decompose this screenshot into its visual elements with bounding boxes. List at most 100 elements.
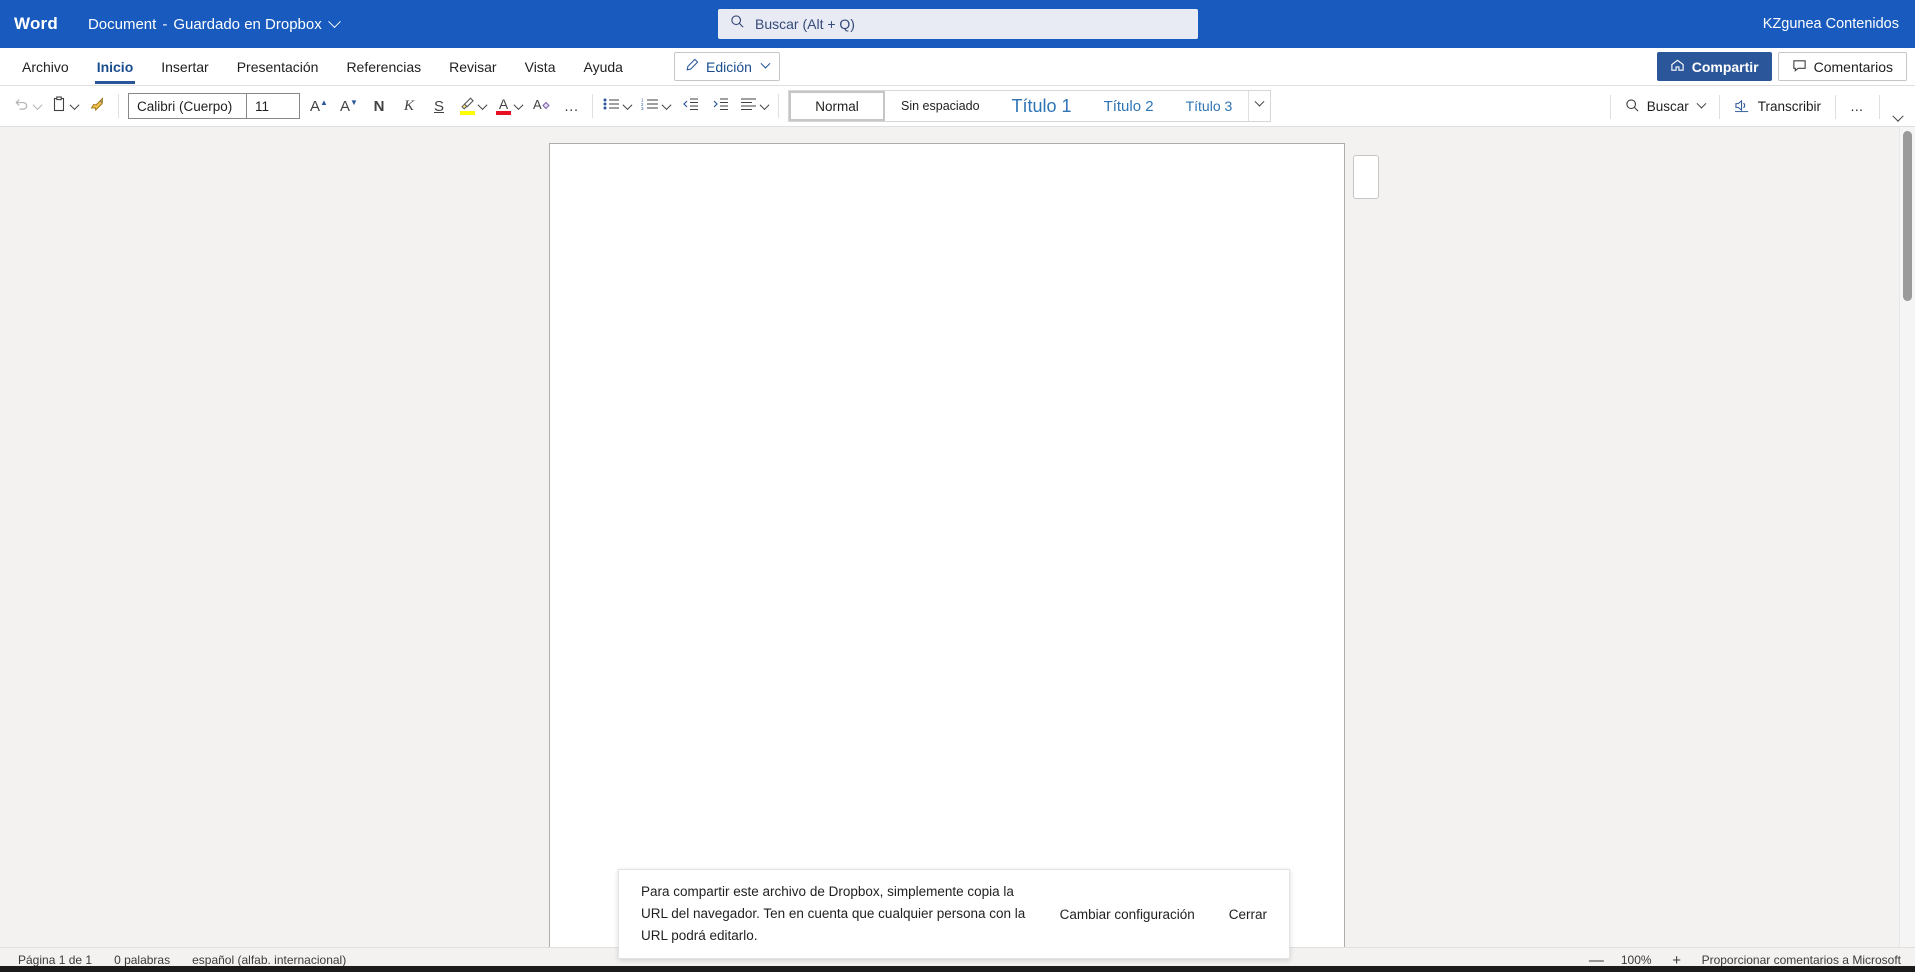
search-input[interactable] [755, 16, 1155, 32]
chevron-down-icon [477, 99, 488, 110]
styles-gallery: Normal Sin espaciado Título 1 Título 2 T… [788, 90, 1272, 122]
vertical-scrollbar[interactable] [1899, 127, 1915, 947]
ribbon-group-font: Calibri (Cuerpo) 11 A▲ A▼ N K S A A … [124, 89, 587, 123]
highlighter-icon [459, 97, 475, 115]
change-settings-link[interactable]: Cambiar configuración [1060, 907, 1195, 922]
chevron-down-icon [1696, 98, 1707, 109]
ellipsis-icon: … [1850, 99, 1865, 114]
font-controls: Calibri (Cuerpo) 11 [128, 93, 300, 119]
share-icon [1670, 58, 1685, 76]
style-titulo-3[interactable]: Título 3 [1170, 91, 1249, 121]
paintbrush-icon [89, 95, 107, 118]
close-notification-link[interactable]: Cerrar [1229, 907, 1267, 922]
more-font-options-button[interactable]: … [557, 90, 587, 122]
chevron-down-icon [760, 58, 771, 69]
tab-referencias[interactable]: Referencias [332, 48, 435, 86]
font-color-swatch [496, 110, 511, 115]
highlight-color-swatch [459, 111, 475, 115]
tab-presentacion[interactable]: Presentación [223, 48, 333, 86]
tab-strip-right-actions: Compartir Comentarios [1656, 52, 1907, 81]
format-painter-button[interactable] [83, 90, 113, 122]
ribbon-toolbar: Calibri (Cuerpo) 11 A▲ A▼ N K S A A … 1 … [0, 86, 1915, 127]
save-state-label: Guardado en Dropbox [173, 15, 322, 33]
search-box[interactable] [718, 9, 1198, 39]
bold-label: N [373, 97, 385, 115]
ellipsis-icon: … [563, 97, 581, 115]
page-text-content[interactable] [550, 144, 1344, 288]
style-titulo-1[interactable]: Título 1 [996, 91, 1088, 121]
font-size-value: 11 [255, 98, 270, 114]
tab-vista[interactable]: Vista [511, 48, 570, 86]
document-page[interactable] [549, 143, 1345, 947]
document-name: Document [87, 15, 157, 33]
tab-insertar[interactable]: Insertar [147, 48, 222, 86]
align-button[interactable] [735, 90, 773, 122]
dictate-icon [1734, 98, 1751, 116]
browser-bottom-edge [0, 966, 1915, 972]
document-title-menu[interactable]: Document - Guardado en Dropbox [87, 14, 341, 33]
editing-mode-button[interactable]: Edición [674, 52, 780, 81]
ribbon-overflow-button[interactable]: … [1841, 91, 1874, 123]
font-size-dropdown[interactable]: 11 [247, 94, 299, 118]
document-canvas [0, 127, 1915, 947]
find-label: Buscar [1646, 99, 1689, 114]
align-left-icon [740, 97, 757, 116]
chevron-down-icon [661, 99, 672, 110]
account-name[interactable]: KZgunea Contenidos [1763, 16, 1899, 32]
numbered-list-button[interactable]: 123 [636, 90, 675, 122]
clipboard-icon [51, 95, 67, 117]
highlight-color-button[interactable] [454, 90, 491, 122]
app-name: Word [14, 14, 58, 33]
shrink-font-label: A [340, 97, 351, 115]
word-count[interactable]: 0 palabras [114, 953, 170, 967]
undo-button[interactable] [8, 90, 46, 122]
font-name-dropdown[interactable]: Calibri (Cuerpo) [129, 94, 247, 118]
underline-button[interactable]: S [424, 90, 454, 122]
status-bar-left: Página 1 de 1 0 palabras español (alfab.… [18, 953, 346, 967]
tab-archivo[interactable]: Archivo [8, 48, 83, 86]
page-count[interactable]: Página 1 de 1 [18, 953, 92, 967]
ribbon-right-actions: Buscar Transcribir … [1605, 86, 1911, 127]
margin-note-widget[interactable] [1353, 155, 1379, 199]
chevron-down-icon [1892, 110, 1904, 122]
ribbon-divider [1609, 94, 1611, 119]
search-icon [730, 14, 745, 34]
style-titulo-2[interactable]: Título 2 [1088, 91, 1170, 121]
shrink-font-button[interactable]: A▼ [334, 90, 364, 122]
share-button[interactable]: Compartir [1656, 52, 1772, 81]
grow-font-button[interactable]: A▲ [304, 90, 334, 122]
undo-arrow-icon [13, 95, 30, 117]
font-color-icon: A [496, 97, 511, 115]
italic-label: K [403, 97, 414, 114]
comments-button[interactable]: Comentarios [1777, 52, 1907, 81]
increase-indent-button[interactable] [705, 90, 735, 122]
find-button[interactable]: Buscar [1616, 91, 1714, 123]
caret-up-icon: ▲ [320, 97, 328, 107]
feedback-link[interactable]: Proporcionar comentarios a Microsoft [1702, 953, 1901, 967]
zoom-level[interactable]: 100% [1621, 953, 1652, 967]
styles-gallery-expand-button[interactable] [1248, 91, 1270, 121]
language-indicator[interactable]: español (alfab. internacional) [192, 953, 346, 967]
increase-indent-icon [712, 97, 729, 116]
clear-formatting-button[interactable]: A [527, 90, 557, 122]
style-normal[interactable]: Normal [789, 91, 885, 121]
collapse-ribbon-button[interactable] [1885, 86, 1911, 127]
ribbon-group-paragraph: 123 [598, 89, 773, 123]
decrease-indent-button[interactable] [675, 90, 705, 122]
scrollbar-thumb[interactable] [1903, 131, 1912, 301]
style-sin-espaciado[interactable]: Sin espaciado [885, 91, 996, 121]
tab-ayuda[interactable]: Ayuda [569, 48, 636, 86]
pencil-icon [685, 58, 699, 75]
bulleted-list-button[interactable] [598, 90, 636, 122]
ribbon-divider [118, 94, 119, 118]
bold-button[interactable]: N [364, 90, 394, 122]
transcribe-button[interactable]: Transcribir [1725, 91, 1830, 123]
tab-inicio[interactable]: Inicio [83, 48, 148, 86]
tab-revisar[interactable]: Revisar [435, 48, 510, 86]
svg-text:3: 3 [641, 106, 644, 111]
font-color-button[interactable]: A [491, 90, 527, 122]
italic-button[interactable]: K [394, 90, 424, 122]
notification-actions: Cambiar configuración Cerrar [1060, 907, 1267, 922]
notification-message: Para compartir este archivo de Dropbox, … [641, 884, 1026, 943]
paste-button[interactable] [46, 90, 83, 122]
